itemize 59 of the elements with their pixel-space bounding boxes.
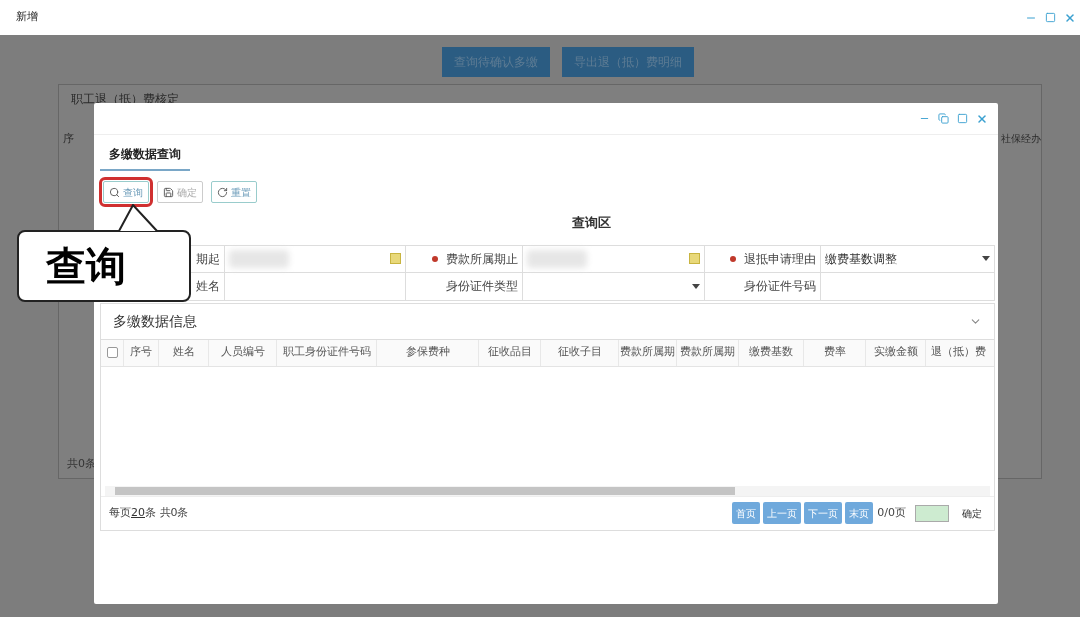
field-label: 身份证件类型 (446, 278, 518, 295)
reset-icon (217, 186, 228, 198)
calendar-icon[interactable] (689, 253, 700, 264)
required-asterisk-icon (730, 255, 736, 262)
record-count: 共0条 (67, 457, 96, 470)
redacted-value (527, 249, 587, 268)
maximize-icon[interactable] (957, 113, 968, 124)
field-label: 姓名 (196, 278, 220, 295)
page-count: 0/0页 (877, 504, 906, 521)
field-label: 期起 (196, 250, 220, 268)
column-header: 费率 (823, 344, 846, 361)
column-header: 姓名 (172, 344, 195, 361)
column-header: 参保费种 (405, 344, 450, 361)
scrollbar-thumb[interactable] (115, 486, 735, 495)
pager-button[interactable]: 下一页 (804, 502, 843, 524)
date-field[interactable] (522, 245, 704, 273)
toolbar-button[interactable]: 重置 (211, 181, 257, 203)
column-header: 退（抵）费 (931, 344, 986, 361)
restore-icon[interactable] (938, 113, 949, 124)
page-size-text: 每页20条 共0条 (109, 504, 189, 521)
horizontal-scrollbar[interactable] (105, 485, 990, 496)
column-header: 缴费基数 (749, 344, 793, 361)
close-icon[interactable] (976, 112, 988, 125)
column-header: 社保经办 (1001, 132, 1041, 146)
callout-text: 查询 (46, 242, 126, 291)
close-icon[interactable] (1064, 11, 1076, 24)
pager-button[interactable]: 上一页 (763, 502, 802, 524)
panel-title: 多缴数据信息 (113, 311, 197, 331)
date-field[interactable] (224, 245, 405, 273)
tab[interactable]: 多缴数据查询 (100, 145, 190, 171)
field-label: 费款所属期止 (446, 250, 518, 268)
field-label: 退抵申请理由 (744, 250, 816, 268)
pager-button[interactable]: 末页 (845, 502, 874, 524)
calendar-icon[interactable] (390, 253, 401, 264)
column-header: 序号 (130, 344, 152, 361)
pager-button[interactable]: 首页 (732, 502, 761, 524)
go-button[interactable]: 确定 (962, 505, 982, 521)
redacted-value (229, 249, 289, 268)
column-header: 征收子目 (557, 344, 602, 361)
window-title: 新增 (16, 9, 38, 26)
required-asterisk-icon (432, 255, 438, 262)
section-title: 查询区 (571, 214, 611, 232)
column-header: 费款所属期 (680, 344, 735, 361)
page-input[interactable] (915, 504, 949, 522)
save-icon (163, 186, 174, 198)
column-header: 费款所属期 (620, 344, 675, 361)
search-icon (109, 186, 120, 198)
field-label: 身份证件号码 (744, 278, 816, 295)
checkbox[interactable] (106, 347, 118, 358)
toolbar-button[interactable]: 确定 (157, 181, 203, 203)
column-header: 实缴金额 (873, 344, 918, 361)
column-header: 职工身份证件号码 (282, 344, 371, 361)
select-field[interactable]: 缴费基数调整 (820, 245, 994, 273)
column-header: 序 (63, 131, 74, 147)
maximize-icon[interactable] (1045, 12, 1056, 23)
column-header: 人员编号 (220, 344, 265, 361)
column-header: 征收品目 (487, 344, 532, 361)
dropdown-caret-icon (692, 283, 700, 289)
dropdown-caret-icon (982, 256, 990, 261)
